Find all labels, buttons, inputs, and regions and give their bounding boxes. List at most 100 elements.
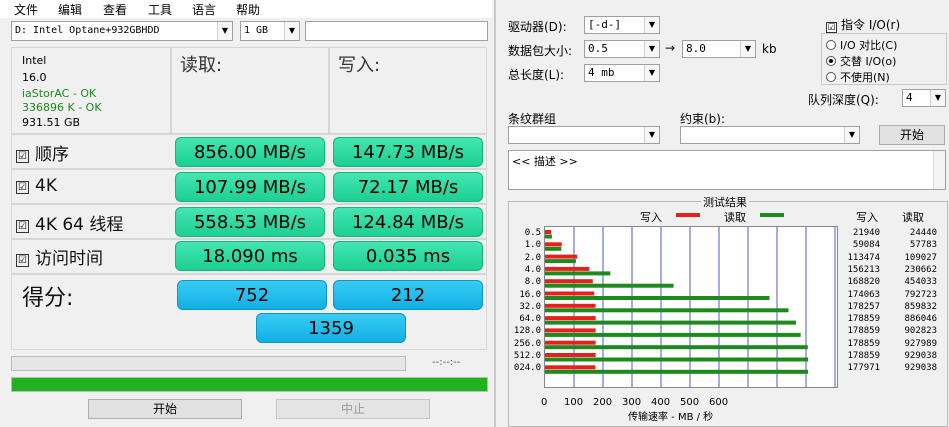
access-read-value: 18.090 ms bbox=[175, 241, 325, 271]
bar-write-64.0 bbox=[545, 316, 596, 321]
read-value-cell: 109027 bbox=[904, 252, 937, 263]
menu-view[interactable]: 查看 bbox=[103, 1, 127, 18]
atto-drive-select[interactable]: [-d-] ▼ bbox=[584, 16, 660, 34]
stripe-group-label: 条纹群组 bbox=[508, 112, 557, 126]
y-tick-label: 0.5 bbox=[524, 228, 541, 238]
chevron-down-icon: ▼ bbox=[217, 22, 232, 40]
bar-write-1.0 bbox=[545, 242, 562, 247]
chevron-down-icon: ▼ bbox=[284, 22, 299, 40]
total-length-select[interactable]: 4 mb ▼ bbox=[584, 64, 660, 82]
sub-progress-bar bbox=[11, 356, 406, 371]
radio-off-icon[interactable] bbox=[826, 72, 836, 82]
chevron-down-icon: ▼ bbox=[644, 41, 659, 57]
direct-io-label: 指令 I/O(r) bbox=[841, 18, 901, 32]
read-value-cell: 57783 bbox=[909, 240, 937, 251]
col-read-header: 读取 bbox=[902, 211, 924, 224]
menu-edit[interactable]: 编辑 bbox=[58, 1, 82, 18]
row-4k64-label[interactable]: ☑ 4K 64 线程 bbox=[16, 210, 123, 235]
atto-start-button[interactable]: 开始 bbox=[879, 125, 945, 145]
results-chart bbox=[544, 226, 838, 388]
arrow-right-icon: → bbox=[665, 41, 676, 55]
x-tick-label: 400 bbox=[651, 397, 671, 408]
screen: 文件 编辑 查看 工具 语言 帮助 D: Intel Optane+932GBH… bbox=[0, 0, 949, 427]
row-4k-label[interactable]: ☑ 4K bbox=[16, 176, 57, 196]
row-4k64-text: 4K 64 线程 bbox=[35, 215, 124, 235]
legend-read-swatch bbox=[760, 213, 784, 217]
restrict-select[interactable]: ▼ bbox=[680, 126, 860, 144]
notes-input[interactable] bbox=[305, 21, 488, 41]
write-value-cell: 59084 bbox=[852, 240, 880, 251]
io-compare-radio[interactable]: I/O 对比(C) bbox=[826, 37, 897, 53]
checkbox-checked-icon[interactable]: ☑ bbox=[826, 22, 837, 33]
y-tick-label: 128.0 bbox=[513, 326, 541, 337]
menu-language[interactable]: 语言 bbox=[192, 1, 216, 18]
start-button[interactable]: 开始 bbox=[88, 399, 242, 419]
access-write-value: 0.035 ms bbox=[333, 241, 483, 271]
bar-read-1.0 bbox=[545, 246, 562, 251]
transfer-to-value: 8.0 bbox=[686, 42, 706, 55]
read-value-cell: 454033 bbox=[904, 277, 937, 288]
info-driver: iaStorAC - OK bbox=[22, 87, 97, 100]
read-value-cell: 24440 bbox=[909, 228, 937, 238]
checkbox-checked-icon[interactable]: ☑ bbox=[16, 220, 29, 233]
bar-write-8.0 bbox=[545, 279, 593, 284]
read-value-cell: 886046 bbox=[904, 314, 937, 325]
row-access-text: 访问时间 bbox=[35, 249, 103, 269]
seq-read-value: 856.00 MB/s bbox=[175, 137, 325, 167]
checkbox-checked-icon[interactable]: ☑ bbox=[16, 181, 29, 194]
chevron-down-icon: ▼ bbox=[644, 17, 659, 33]
y-tick-label: 8.0 bbox=[524, 277, 541, 288]
description-scrollbar[interactable] bbox=[933, 151, 945, 189]
description-text: << 描述 >> bbox=[512, 155, 578, 168]
score-read: 752 bbox=[177, 280, 327, 310]
total-length-label: 总长度(L): bbox=[508, 68, 565, 82]
menu-file[interactable]: 文件 bbox=[14, 1, 38, 18]
queue-depth-select[interactable]: 4 ▼ bbox=[902, 89, 946, 107]
test-size-select[interactable]: 1 GB ▼ bbox=[240, 21, 300, 41]
score-write: 212 bbox=[333, 280, 483, 310]
read-header: 读取: bbox=[180, 55, 223, 76]
stripe-group-select[interactable]: ▼ bbox=[508, 126, 660, 144]
write-value-cell: 156213 bbox=[847, 264, 880, 275]
menu-help[interactable]: 帮助 bbox=[236, 1, 260, 18]
score-label: 得分: bbox=[22, 286, 74, 311]
transfer-to-select[interactable]: 8.0 ▼ bbox=[682, 40, 756, 58]
write-value-cell: 178859 bbox=[847, 314, 880, 325]
chevron-down-icon: ▼ bbox=[644, 127, 659, 143]
checkbox-checked-icon[interactable]: ☑ bbox=[16, 254, 29, 267]
legend-read-label: 读取 bbox=[724, 211, 746, 224]
chevron-down-icon: ▼ bbox=[930, 90, 945, 106]
overlapped-io-radio[interactable]: 交替 I/O(o) bbox=[826, 53, 896, 69]
read-value-cell: 792723 bbox=[904, 289, 937, 300]
drive-select[interactable]: D: Intel Optane+932GBHDD ▼ bbox=[11, 21, 233, 41]
time-readout: --:--:-- bbox=[432, 357, 461, 368]
neither-radio[interactable]: 不使用(N) bbox=[826, 69, 890, 85]
x-tick-label: 300 bbox=[622, 397, 642, 408]
4k64-read-value: 558.53 MB/s bbox=[175, 207, 325, 237]
seq-write-value: 147.73 MB/s bbox=[333, 137, 483, 167]
row-seq-label[interactable]: ☑ 顺序 bbox=[16, 140, 69, 165]
chevron-down-icon: ▼ bbox=[740, 41, 755, 57]
transfer-from-select[interactable]: 0.5 ▼ bbox=[584, 40, 660, 58]
description-box[interactable]: << 描述 >> bbox=[508, 150, 946, 190]
menu-tools[interactable]: 工具 bbox=[148, 1, 172, 18]
stop-button[interactable]: 中止 bbox=[276, 399, 430, 419]
row-access-label[interactable]: ☑ 访问时间 bbox=[16, 244, 103, 269]
radio-on-icon[interactable] bbox=[826, 56, 836, 66]
read-value-cell: 927989 bbox=[904, 338, 937, 349]
read-value-cell: 929038 bbox=[904, 351, 937, 361]
bar-write-256.0 bbox=[545, 340, 596, 345]
direct-io-checkbox[interactable]: ☑ 指令 I/O(r) bbox=[826, 16, 900, 33]
col-write-header: 写入 bbox=[856, 211, 878, 224]
info-vendor: Intel bbox=[22, 54, 47, 67]
atto-drive-value: [-d-] bbox=[588, 18, 622, 31]
legend-write-swatch bbox=[676, 213, 700, 217]
info-capacity: 931.51 GB bbox=[22, 116, 81, 129]
y-tick-label: 16.0 bbox=[519, 289, 541, 300]
y-tick-label: 64.0 bbox=[519, 314, 541, 325]
row-4k-text: 4K bbox=[35, 176, 57, 196]
checkbox-checked-icon[interactable]: ☑ bbox=[16, 150, 29, 163]
4k-read-value: 107.99 MB/s bbox=[175, 172, 325, 202]
radio-off-icon[interactable] bbox=[826, 40, 836, 50]
write-value-cell: 177971 bbox=[847, 363, 880, 374]
